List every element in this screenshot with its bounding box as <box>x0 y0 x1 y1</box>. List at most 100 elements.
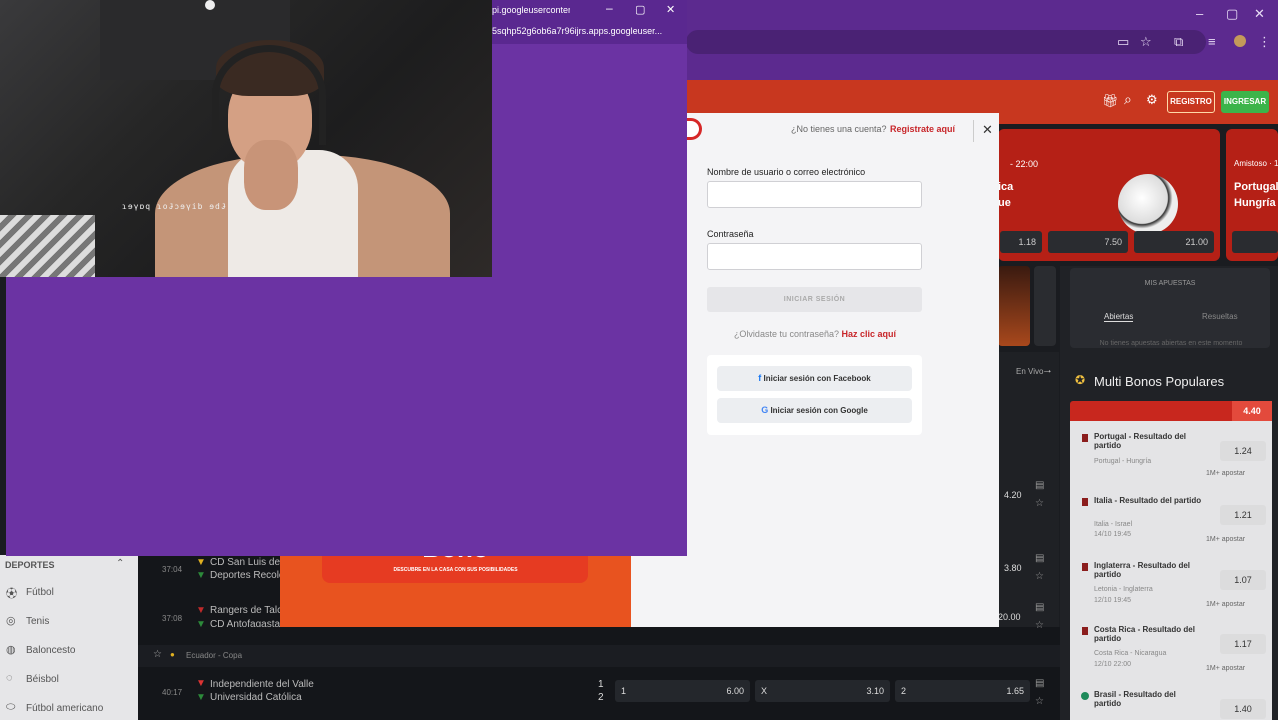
upper-match-odd[interactable]: 4.20 <box>1004 490 1022 500</box>
sport-item-football[interactable]: Fútbol <box>26 587 54 598</box>
stats-icon[interactable]: ▤ <box>1035 602 1044 613</box>
headphones <box>212 45 326 145</box>
odd-button[interactable]: 21.00 <box>1134 231 1214 253</box>
striped-pillow <box>0 215 95 277</box>
star-icon[interactable]: ☆ <box>1035 498 1044 509</box>
card-prefix: Amistoso · 14 <box>1234 159 1278 168</box>
match-time: 40:17 <box>162 688 183 697</box>
promo-banner: Bono DESCUBRE EN LA CASA CON SUS POSIBIL… <box>280 541 631 627</box>
odd-label: 2 <box>901 686 907 696</box>
close-icon[interactable]: ✕ <box>666 3 675 16</box>
bet-odd[interactable]: 1.24 <box>1220 441 1266 461</box>
match-odd[interactable]: 3.80 <box>1004 563 1022 573</box>
odd-home-button[interactable]: 1 6.00 <box>615 680 750 702</box>
maximize-icon[interactable]: ▢ <box>635 3 645 16</box>
star-icon[interactable]: ☆ <box>1035 571 1044 582</box>
bet-title: Portugal - Resultado del partido <box>1094 432 1187 450</box>
close-icon[interactable]: ✕ <box>982 122 993 138</box>
odd-button[interactable]: 1.18 <box>1000 231 1042 253</box>
settings-gear-icon[interactable]: ⚙ <box>1146 92 1158 108</box>
bet-item[interactable]: Brasil - Resultado del partido 1.40 <box>1080 690 1268 720</box>
bet-odd[interactable]: 1.07 <box>1220 570 1266 590</box>
chevron-up-icon[interactable]: ⌃ <box>116 558 124 569</box>
empty-bets-text: No tienes apuestas abiertas en este mome… <box>1099 340 1243 347</box>
football-image <box>1118 174 1178 234</box>
profile-avatar[interactable] <box>1234 35 1246 47</box>
casino-thumbnail[interactable] <box>998 266 1030 346</box>
tab-settled[interactable]: Resueltas <box>1202 312 1238 321</box>
password-input[interactable] <box>707 243 922 270</box>
menu-kebab-icon[interactable]: ⋮ <box>1258 34 1271 50</box>
multi-title: Multi Bonos Populares <box>1094 374 1225 389</box>
extensions-icon[interactable]: ⧉ <box>1174 34 1183 50</box>
bookmark-star-icon[interactable]: ☆ <box>1140 34 1152 50</box>
stats-icon[interactable]: ▤ <box>1035 480 1044 491</box>
maximize-icon[interactable]: ▢ <box>1226 6 1238 22</box>
bet-item[interactable]: Inglaterra - Resultado del partido Leton… <box>1080 561 1268 613</box>
search-icon[interactable]: ⌕ <box>1124 91 1132 108</box>
register-button[interactable]: REGISTRO <box>1167 91 1215 113</box>
odd-button[interactable]: 7.50 <box>1048 231 1128 253</box>
my-bets-panel: MIS APUESTAS Abiertas Resueltas No tiene… <box>1070 268 1270 348</box>
bet-title: Costa Rica - Resultado del partido <box>1094 625 1195 643</box>
match-team2: Universidad Católica <box>210 692 302 703</box>
sport-item-tennis[interactable]: Tenis <box>26 616 49 627</box>
odd-away-button[interactable]: 2 1.65 <box>895 680 1030 702</box>
team-shirt-icon: ▼ <box>196 570 206 581</box>
cast-icon[interactable]: ▭ <box>1117 34 1129 50</box>
gift-icon[interactable]: 🎁︎ <box>1102 93 1119 109</box>
sport-item-american-football[interactable]: Fútbol americano <box>26 703 103 714</box>
bet-item[interactable]: Costa Rica - Resultado del partido Costa… <box>1080 625 1268 677</box>
tab-open[interactable]: Abiertas <box>1104 312 1134 322</box>
score-2: 2 <box>598 692 604 703</box>
star-icon[interactable]: ☆ <box>1035 620 1044 631</box>
odd-value: 6.00 <box>726 686 744 696</box>
match-odd[interactable]: 20.00 <box>998 612 1021 622</box>
stats-icon[interactable]: ▤ <box>1035 678 1044 689</box>
soccer-ball-icon: ⚽︎ <box>6 588 17 600</box>
password-label: Contraseña <box>707 229 754 239</box>
bet-odd[interactable]: 1.40 <box>1220 699 1266 719</box>
sports-header: DEPORTES <box>5 560 55 570</box>
register-link[interactable]: Registrate aquí <box>890 124 955 134</box>
multi-total-odd[interactable]: 4.40 <box>1232 401 1272 421</box>
google-login-button[interactable]: G Iniciar sesión con Google <box>717 398 912 423</box>
baseball-icon: ◌ <box>6 672 13 684</box>
login-button[interactable]: INGRESAR <box>1221 91 1269 113</box>
minimize-icon[interactable]: – <box>606 1 613 15</box>
forgot-link[interactable]: Haz clic aquí <box>842 329 897 339</box>
my-bets-header: MIS APUESTAS <box>1144 280 1196 287</box>
username-input[interactable] <box>707 181 922 208</box>
arrow-right-icon[interactable]: → <box>1042 364 1053 376</box>
close-window-icon[interactable]: ✕ <box>1254 6 1265 22</box>
team-shirt-icon: ▼ <box>196 557 206 568</box>
promo-subtitle: DESCUBRE EN LA CASA CON SUS POSIBILIDADE… <box>393 567 518 573</box>
star-icon[interactable]: ☆ <box>153 649 162 660</box>
bet-subtitle: Costa Rica - Nicaragua <box>1094 650 1167 657</box>
facebook-label: Iniciar sesión con Facebook <box>763 374 871 383</box>
card-team2: Hungría <box>1234 197 1276 209</box>
odd-button[interactable] <box>1232 231 1278 253</box>
facebook-login-button[interactable]: f Iniciar sesión con Facebook <box>717 366 912 391</box>
match-team1: Independiente del Valle <box>210 679 314 690</box>
submit-button[interactable]: INICIAR SESIÓN <box>707 287 922 312</box>
sport-item-baseball[interactable]: Béisbol <box>26 674 59 685</box>
sport-item-basketball[interactable]: Baloncesto <box>26 645 75 656</box>
odd-draw-button[interactable]: X 3.10 <box>755 680 890 702</box>
bet-odd[interactable]: 1.17 <box>1220 634 1266 654</box>
stats-icon[interactable]: ▤ <box>1035 553 1044 564</box>
odd-label: 1 <box>621 686 627 696</box>
bet-item[interactable]: Portugal - Resultado del partido Portuga… <box>1080 432 1268 482</box>
ceiling-light <box>205 0 215 10</box>
bet-item[interactable]: Italia - Resultado del partido Italia - … <box>1080 496 1268 546</box>
webcam-overlay: ɿɘγɒq ɿoɈɔɘγib ɘdɈ <box>0 0 492 277</box>
bet-title: Brasil - Resultado del partido <box>1094 690 1176 708</box>
casino-thumbnail[interactable] <box>1034 266 1056 346</box>
flag-icon <box>1082 434 1088 442</box>
odd-label: X <box>761 686 768 696</box>
minimize-icon[interactable]: – <box>1196 6 1203 21</box>
bet-title: Italia - Resultado del partido <box>1094 496 1202 505</box>
bet-odd[interactable]: 1.21 <box>1220 505 1266 525</box>
star-icon[interactable]: ☆ <box>1035 696 1044 707</box>
reading-list-icon[interactable]: ≡ <box>1208 34 1216 49</box>
